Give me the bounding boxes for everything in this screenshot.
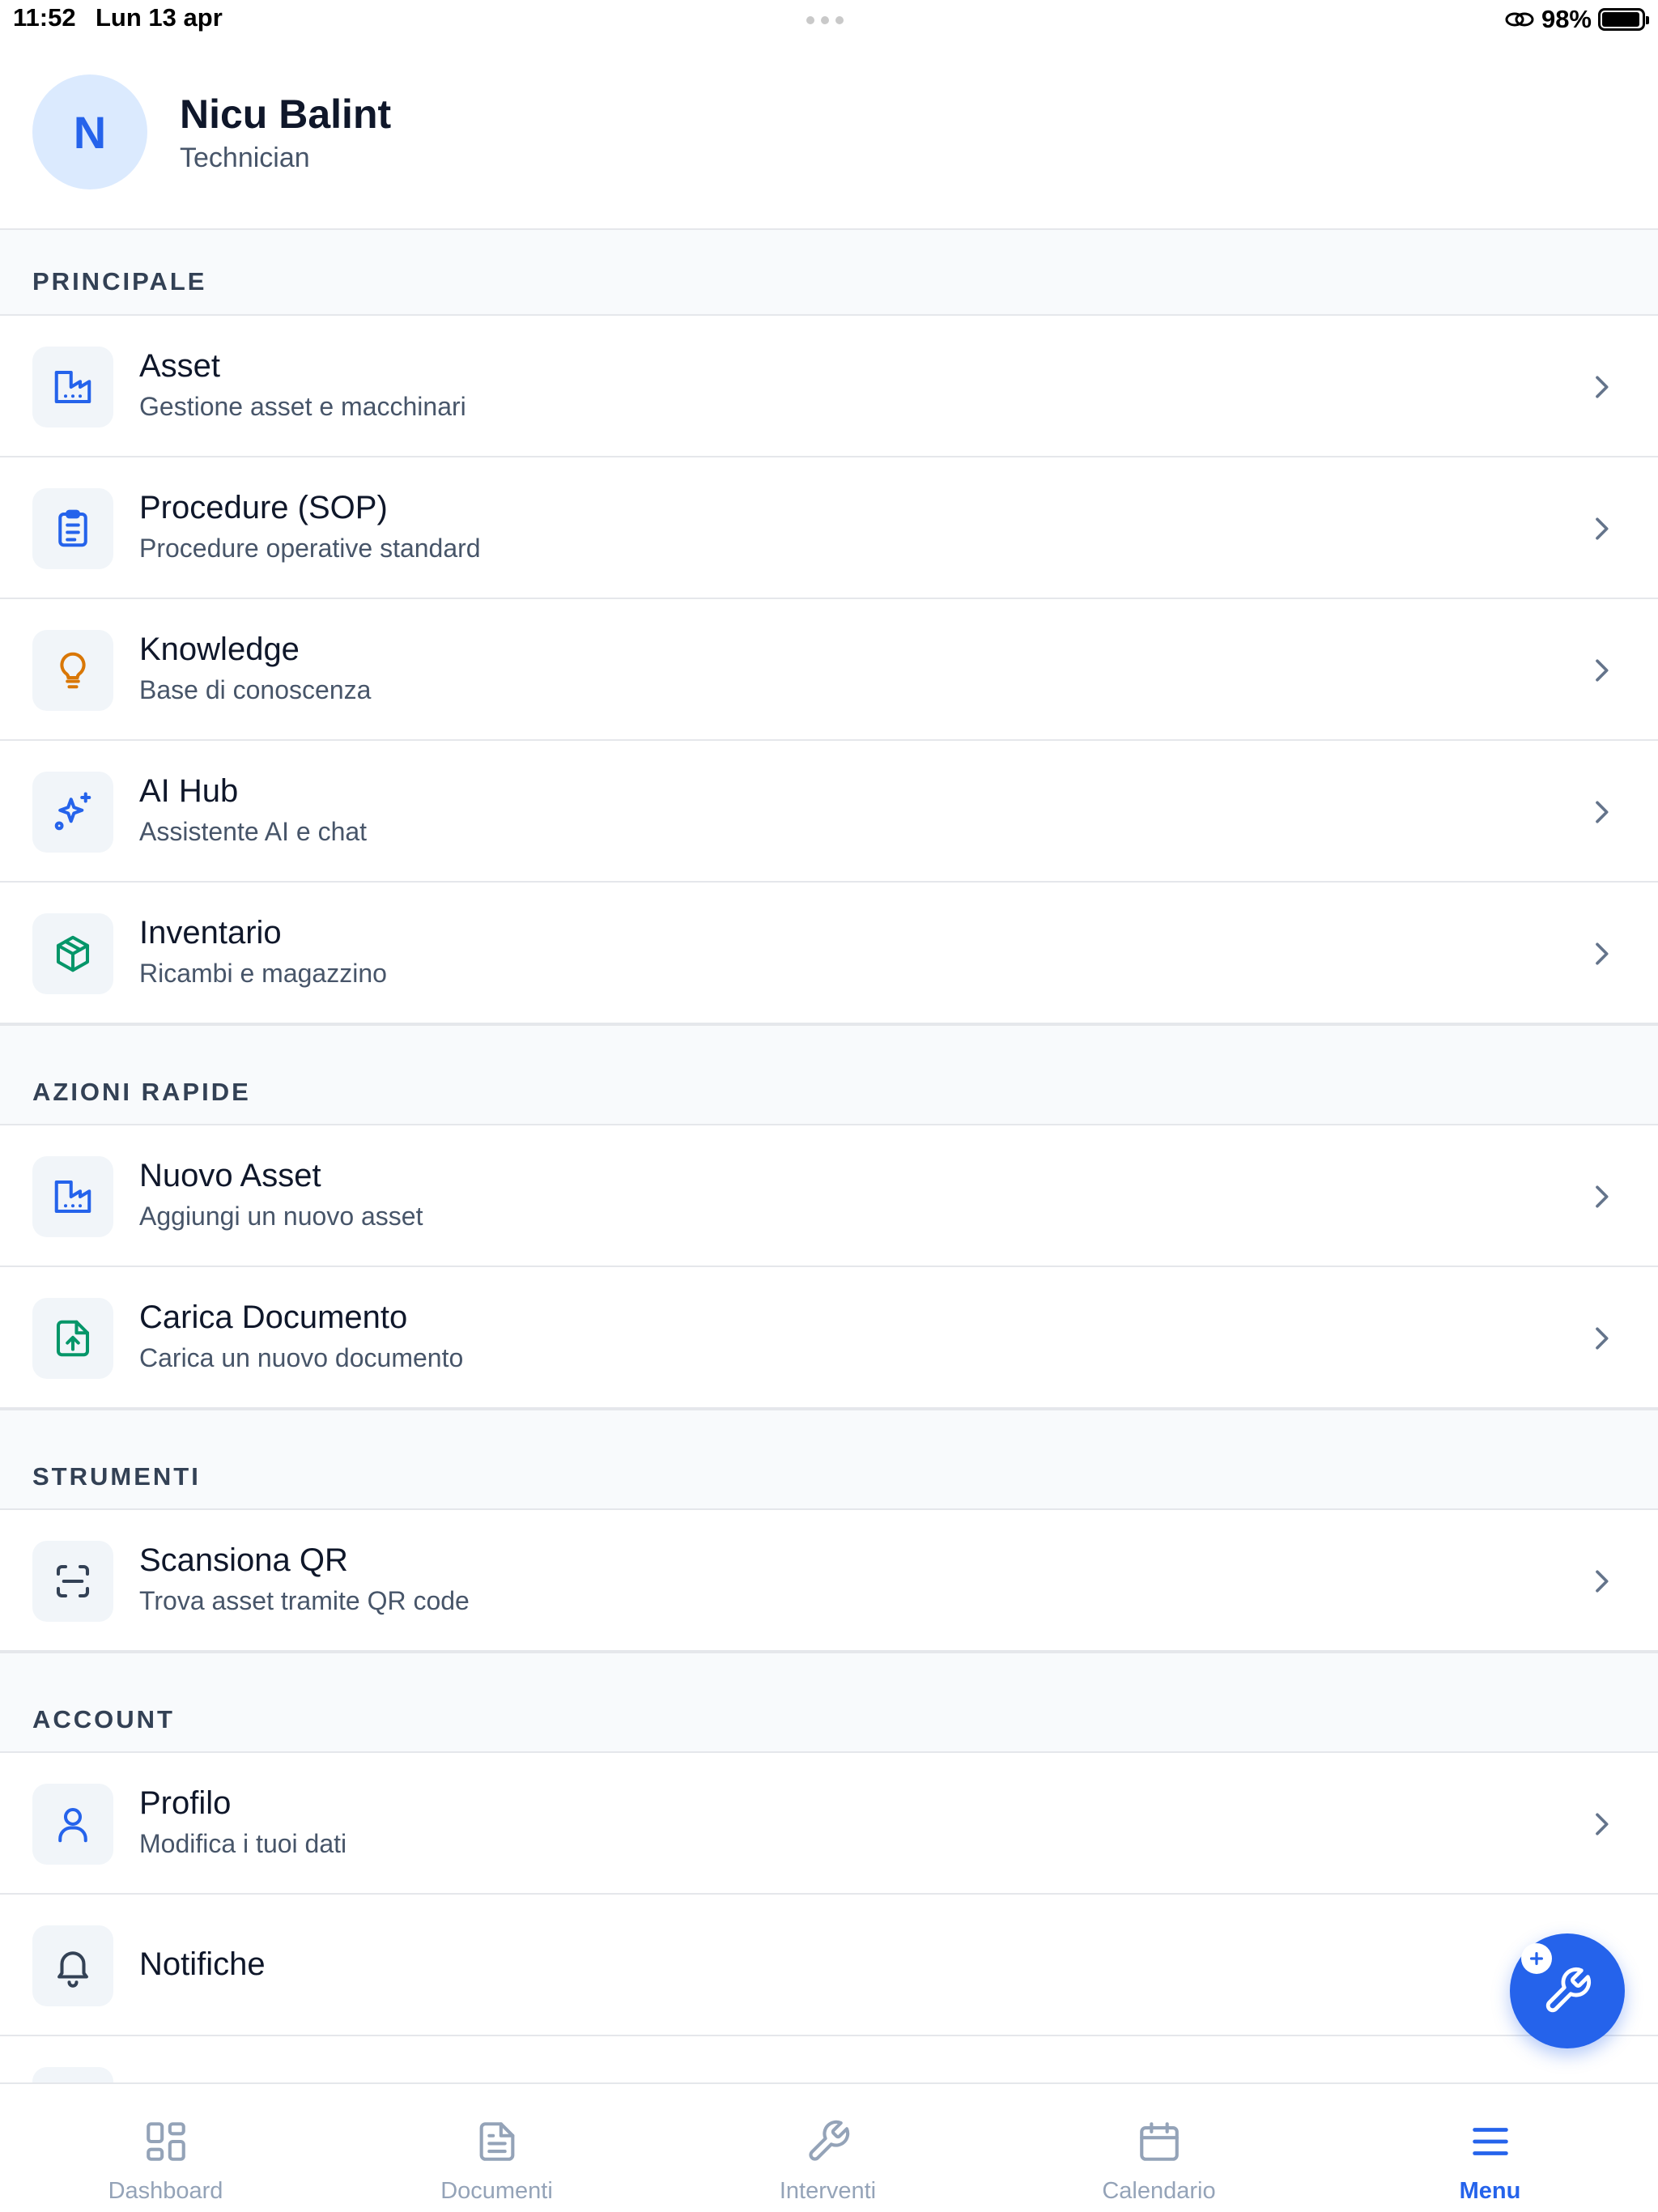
status-right: 98%: [1504, 5, 1649, 34]
tab-dashboard[interactable]: Dashboard: [0, 2084, 331, 2212]
tab-bar: Dashboard Documenti Interventi Calendari…: [0, 2082, 1658, 2212]
item-subtitle: Aggiungi un nuovo asset: [139, 1202, 423, 1231]
calendar-icon: [1139, 2122, 1179, 2161]
menu-icon: [1472, 2128, 1508, 2155]
scan-icon: [32, 1541, 113, 1622]
chevron-right-icon: [1596, 1570, 1609, 1593]
chevron-right-icon: [1596, 801, 1609, 823]
tab-label: Documenti: [440, 2178, 553, 2204]
chevron-right-icon: [1596, 1813, 1609, 1836]
bell-icon: [32, 1925, 113, 2006]
tab-label: Interventi: [779, 2178, 877, 2204]
factory-icon: [32, 1156, 113, 1237]
status-date: Lun 13 apr: [96, 3, 223, 32]
chevron-right-icon: [1596, 1327, 1609, 1350]
item-title: Asset: [139, 348, 221, 384]
tab-interventi[interactable]: Interventi: [662, 2084, 993, 2212]
menu-item-procedure[interactable]: Procedure (SOP) Procedure operative stan…: [0, 457, 1658, 599]
item-subtitle: Assistente AI e chat: [139, 817, 368, 846]
item-subtitle: Modifica i tuoi dati: [139, 1829, 347, 1858]
item-title: Carica Documento: [139, 1300, 408, 1335]
user-role: Technician: [180, 143, 310, 173]
tab-label: Dashboard: [108, 2178, 223, 2204]
multitasking-dots[interactable]: [806, 16, 844, 24]
section-title: STRUMENTI: [32, 1462, 201, 1491]
tab-menu[interactable]: Menu: [1324, 2084, 1656, 2212]
battery-percent: 98%: [1541, 5, 1592, 33]
factory-icon: [32, 347, 113, 428]
status-bar: 11:52 Lun 13 apr 98%: [0, 0, 1658, 40]
chevron-right-icon: [1596, 942, 1609, 965]
section-header-azioni-rapide: AZIONI RAPIDE: [0, 1024, 1658, 1125]
item-title: AI Hub: [139, 773, 239, 809]
section-header-account: ACCOUNT: [0, 1652, 1658, 1753]
menu-item-notifiche[interactable]: Notifiche: [0, 1895, 1658, 2036]
document-icon: [479, 2122, 514, 2161]
item-title: Nuovo Asset: [139, 1158, 321, 1193]
file-upload-icon: [32, 1298, 113, 1379]
item-subtitle: Trova asset tramite QR code: [139, 1586, 470, 1615]
menu-item-ai-hub[interactable]: AI Hub Assistente AI e chat: [0, 741, 1658, 883]
tab-calendario[interactable]: Calendario: [993, 2084, 1324, 2212]
item-title: Profilo: [139, 1785, 232, 1821]
chevron-right-icon: [1596, 1185, 1609, 1208]
item-title: Notifiche: [139, 1946, 266, 1982]
menu-item-knowledge[interactable]: Knowledge Base di conoscenza: [0, 599, 1658, 741]
new-intervention-fab[interactable]: [1510, 1933, 1625, 2048]
sparkles-icon: [32, 772, 113, 853]
item-subtitle: Ricambi e magazzino: [139, 959, 387, 988]
item-subtitle: Procedure operative standard: [139, 534, 481, 563]
section-title: ACCOUNT: [32, 1705, 175, 1733]
section-header-principale: PRINCIPALE: [0, 230, 1658, 316]
item-subtitle: Carica un nuovo documento: [139, 1343, 464, 1372]
tab-label: Calendario: [1102, 2178, 1216, 2204]
user-icon: [32, 1784, 113, 1865]
chevron-right-icon: [1596, 659, 1609, 682]
item-title: Procedure (SOP): [139, 490, 388, 525]
menu-item-inventario[interactable]: Inventario Ricambi e magazzino: [0, 883, 1658, 1024]
plus-icon: [1521, 1943, 1552, 1974]
user-name: Nicu Balint: [180, 91, 392, 137]
avatar: N: [32, 74, 147, 189]
item-title: Knowledge: [139, 632, 300, 667]
tab-label: Menu: [1459, 2178, 1521, 2204]
menu-item-partial[interactable]: [0, 2036, 1658, 2082]
lightbulb-icon: [32, 630, 113, 711]
tab-documenti[interactable]: Documenti: [331, 2084, 662, 2212]
menu-item-scansiona-qr[interactable]: Scansiona QR Trova asset tramite QR code: [0, 1510, 1658, 1652]
item-title: Scansiona QR: [139, 1542, 348, 1578]
wrench-icon: [808, 2120, 849, 2161]
menu-item-carica-documento[interactable]: Carica Documento Carica un nuovo documen…: [0, 1267, 1658, 1409]
menu-item-profilo[interactable]: Profilo Modifica i tuoi dati: [0, 1753, 1658, 1895]
item-icon-box: [32, 2067, 113, 2082]
wrench-icon: [1545, 1967, 1592, 2013]
status-time: 11:52: [13, 3, 76, 32]
item-title: Inventario: [139, 915, 282, 951]
section-title: PRINCIPALE: [32, 267, 207, 296]
chevron-right-icon: [1596, 376, 1609, 398]
battery-icon: [1598, 8, 1649, 31]
menu-item-asset[interactable]: Asset Gestione asset e macchinari: [0, 316, 1658, 457]
package-icon: [32, 913, 113, 994]
section-title: AZIONI RAPIDE: [32, 1078, 251, 1106]
grid-icon: [146, 2122, 185, 2161]
clipboard-icon: [32, 488, 113, 569]
menu-item-nuovo-asset[interactable]: Nuovo Asset Aggiungi un nuovo asset: [0, 1125, 1658, 1267]
profile-header: N Nicu Balint Technician: [0, 40, 1658, 230]
link-icon: [1505, 12, 1534, 27]
chevron-right-icon: [1596, 517, 1609, 540]
section-header-strumenti: STRUMENTI: [0, 1409, 1658, 1510]
item-subtitle: Gestione asset e macchinari: [139, 392, 466, 421]
item-subtitle: Base di conoscenza: [139, 675, 372, 704]
